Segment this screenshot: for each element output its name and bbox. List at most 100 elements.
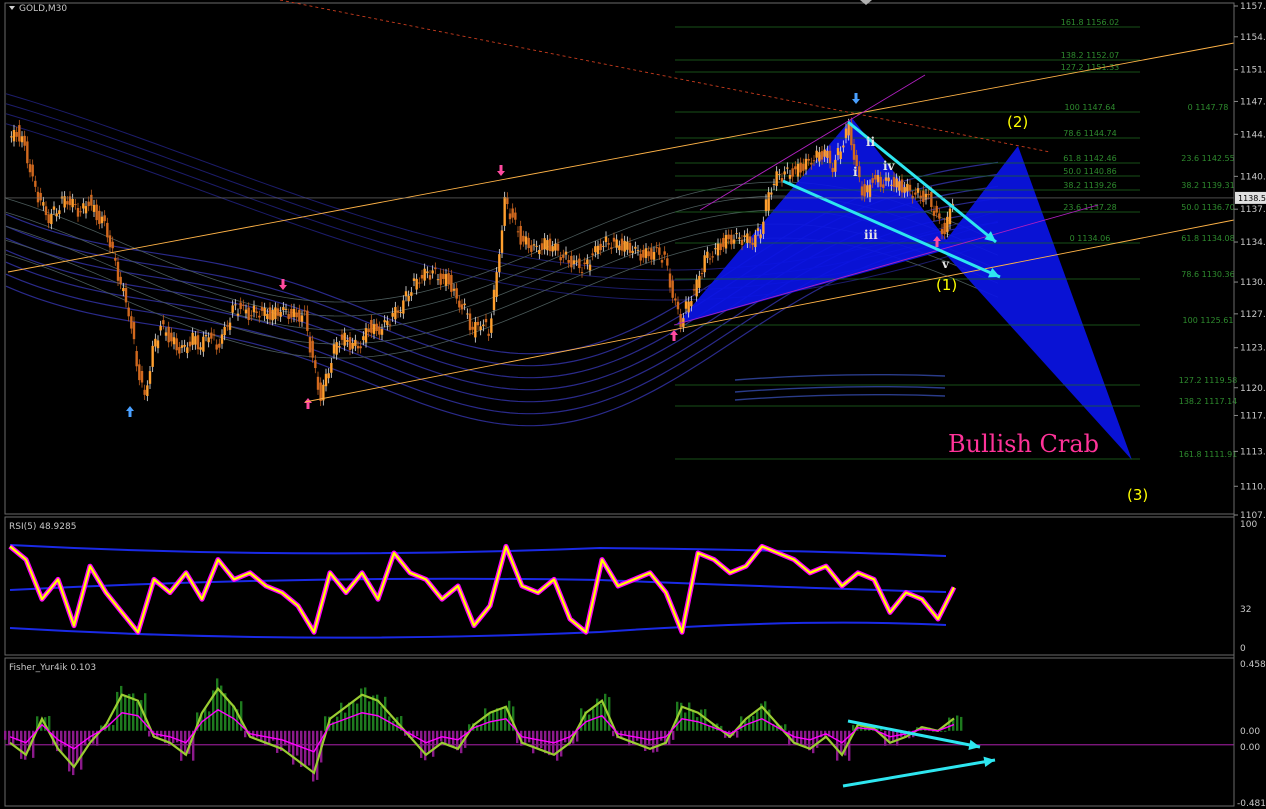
candle-body	[804, 158, 808, 170]
fib-left-label: 38.2 1139.26	[1063, 181, 1116, 190]
candle-body	[655, 247, 658, 249]
rsi-scale-top: 100	[1240, 520, 1257, 530]
lower-band-tail	[734, 385, 946, 393]
candle-body	[460, 304, 464, 310]
candle-body	[620, 238, 624, 251]
candle-body	[554, 243, 557, 251]
candle-body	[799, 162, 802, 173]
candle-body	[738, 237, 741, 239]
fisher-bar	[292, 730, 295, 765]
candle-body	[631, 250, 634, 254]
candle-body	[748, 236, 752, 244]
candle-body	[194, 336, 197, 345]
chart-canvas[interactable]: 161.8 1156.02138.2 1152.07127.2 1151.331…	[0, 0, 1266, 809]
candle-body	[639, 253, 642, 261]
candle-body	[76, 207, 80, 217]
candle-body	[450, 275, 453, 292]
fisher-bar	[832, 730, 835, 737]
candle-body	[735, 233, 738, 235]
candle-body	[87, 201, 90, 207]
fisher-bar	[688, 702, 691, 731]
candle-body	[263, 307, 266, 316]
candle-body	[871, 178, 874, 183]
dropdown-icon[interactable]	[9, 6, 15, 10]
candle-body	[548, 238, 552, 252]
fisher-bar	[956, 715, 959, 731]
fib-left-label: 127.2 1151.33	[1061, 63, 1120, 72]
wave-label-ii: ii	[866, 135, 876, 149]
fib-right-label: 100 1125.61	[1183, 316, 1234, 325]
price-tick-label: 1154.2	[1240, 33, 1266, 43]
candle-body	[10, 136, 13, 138]
fisher-bar	[216, 678, 219, 731]
price-tick-label: 1151.0	[1240, 66, 1266, 76]
candle-body	[138, 364, 141, 381]
fisher-bar	[656, 730, 659, 752]
fisher-bar	[484, 708, 487, 731]
candle-body	[311, 340, 314, 358]
candle-body	[218, 343, 221, 348]
candle-body	[466, 313, 469, 315]
candle-body	[380, 329, 384, 335]
fib-left-label: 50.0 1140.86	[1063, 167, 1116, 176]
candle-body	[892, 177, 896, 187]
candle-body	[407, 295, 410, 302]
candle-body	[258, 315, 261, 318]
fisher-bar	[176, 730, 179, 743]
candle-body	[588, 264, 592, 271]
fisher-bar	[208, 711, 211, 731]
fisher-bar	[364, 687, 367, 731]
fisher-bar	[368, 701, 371, 731]
candle-body	[178, 347, 181, 354]
candle-body	[114, 257, 117, 261]
candle-body	[828, 150, 832, 164]
candle-body	[330, 362, 333, 373]
candle-body	[122, 288, 125, 292]
fisher-bar	[4, 730, 7, 740]
candle-body	[396, 310, 400, 313]
candle-body	[388, 324, 392, 326]
price-tick-label: 1137.4	[1240, 205, 1266, 215]
candle-body	[292, 308, 296, 317]
candle-body	[18, 125, 21, 142]
price-axis: 1157.2 1154.2 1151.0 1147.9 1144.7 1140.6 1137…	[5, 2, 1266, 806]
wave-label-iii: iii	[864, 228, 878, 242]
candle-body	[767, 192, 770, 211]
candle-body	[103, 215, 106, 222]
candle-body	[410, 292, 413, 296]
candle-body	[308, 336, 312, 353]
candle-body	[487, 333, 490, 336]
candle-body	[578, 258, 581, 269]
candle-body	[658, 247, 661, 255]
candle-body	[338, 345, 341, 348]
candle-body	[706, 251, 709, 258]
fisher-bar	[180, 730, 183, 761]
candle-body	[143, 389, 146, 395]
candle-body	[700, 273, 704, 275]
candle-body	[359, 346, 362, 349]
candle-body	[79, 211, 82, 213]
candle-body	[250, 315, 253, 317]
candle-body	[188, 341, 192, 347]
candle-body	[674, 298, 677, 301]
candle-body	[756, 228, 760, 232]
candle-body	[50, 214, 53, 225]
candle-body	[439, 273, 442, 285]
candle-body	[332, 344, 336, 354]
candle-body	[663, 251, 666, 255]
resistance-dotted-line	[279, 0, 1051, 153]
candle-body	[492, 289, 496, 311]
candle-body	[668, 273, 672, 288]
candle-body	[567, 259, 570, 263]
candle-body	[530, 245, 533, 252]
candle-body	[156, 340, 160, 349]
price-tick-label: 1147.9	[1240, 97, 1266, 107]
candle-body	[938, 213, 941, 219]
candle-body	[412, 278, 416, 281]
fisher-bar	[172, 730, 175, 744]
candle-body	[820, 151, 824, 160]
symbol-header[interactable]: GOLD,M30	[9, 4, 67, 14]
fisher-bar	[588, 714, 591, 731]
candle-body	[932, 210, 936, 216]
fisher-bar	[244, 730, 247, 738]
